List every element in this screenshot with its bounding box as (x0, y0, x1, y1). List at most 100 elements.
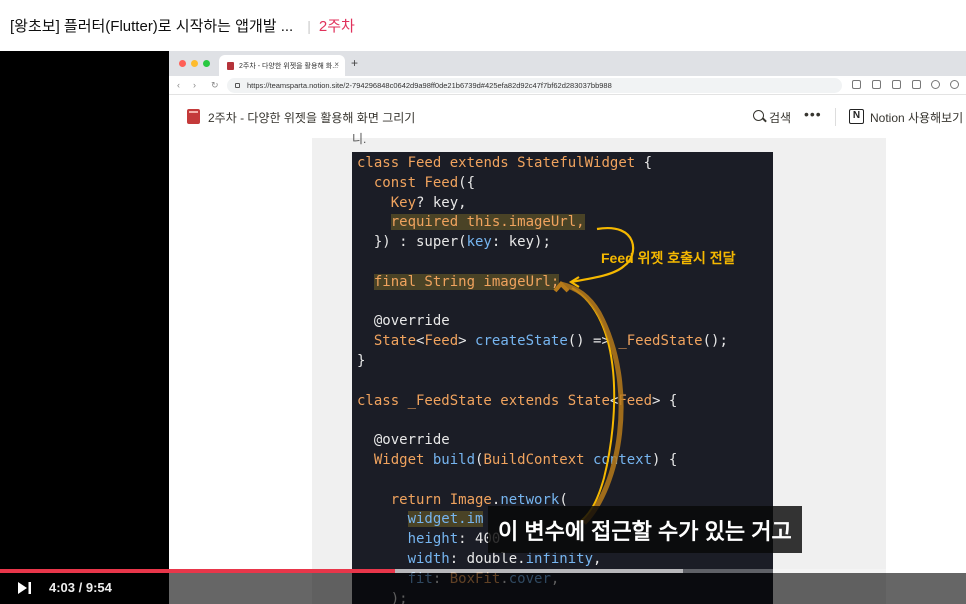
code-token: Feed (407, 155, 450, 171)
duration: 9:54 (85, 580, 112, 595)
code-token: width (357, 550, 450, 567)
code-token: final String imageUrl; (373, 273, 560, 290)
video-player[interactable]: 2주차 - 다양한 위젯을 활용해 화... × + ‹ › ↻ https:/… (0, 51, 966, 604)
code-line: State<Feed> createState() => _FeedState(… (357, 332, 728, 352)
book-icon (227, 61, 234, 70)
code-token: { (635, 155, 653, 171)
code-token: _FeedState (618, 333, 703, 350)
code-token: Widget (357, 451, 433, 468)
code-token: class (357, 155, 408, 171)
browser-address-bar: ‹ › ↻ https://teamsparta.notion.site/2-7… (169, 76, 966, 95)
new-tab-icon[interactable]: + (351, 57, 358, 69)
code-token: Feed (424, 333, 459, 350)
code-token: ({ (458, 174, 476, 191)
forward-icon[interactable]: › (193, 79, 196, 91)
player-controls: 4:03 / 9:54 (0, 573, 966, 604)
code-token: > { (652, 392, 678, 409)
code-token: } (357, 352, 366, 369)
code-token: ? key, (416, 194, 467, 211)
code-line: @override (357, 431, 728, 451)
page-title[interactable]: 2주차 - 다양한 위젯을 활용해 화면 그리기 (208, 109, 415, 126)
code-token: context (593, 451, 653, 468)
code-token: StatefulWidget (517, 155, 636, 171)
code-token: class (357, 392, 408, 409)
code-line: class Feed extends StatefulWidget { (357, 154, 728, 174)
code-token: > (458, 333, 476, 350)
code-token: Image (449, 491, 492, 508)
code-token: _FeedState (407, 392, 501, 409)
code-line: const Feed({ (357, 174, 728, 194)
code-token: build (432, 451, 476, 468)
book-icon (187, 109, 200, 124)
browser-tab[interactable]: 2주차 - 다양한 위젯을 활용해 화... × (219, 55, 345, 76)
code-token: Key (357, 194, 417, 211)
code-line: final String imageUrl; (357, 273, 728, 293)
code-token: : key); (491, 234, 551, 251)
current-time: 4:03 (49, 580, 76, 595)
time-separator: / (75, 580, 86, 595)
code-token: extends (500, 392, 568, 409)
code-token: widget.im (407, 511, 484, 528)
code-token: State (357, 333, 417, 350)
title-separator: | (307, 17, 311, 34)
tab-close-icon[interactable]: × (334, 60, 339, 69)
profile-icon[interactable] (931, 80, 940, 89)
code-token: : double. (449, 550, 526, 567)
code-line: required this.imageUrl, (357, 213, 728, 233)
search-icon[interactable] (753, 110, 764, 121)
code-token: @override (357, 432, 450, 449)
code-token: return (357, 491, 450, 508)
try-notion-button[interactable]: Notion 사용해보기 (870, 109, 963, 126)
next-track-icon[interactable] (18, 582, 32, 594)
close-window-icon[interactable] (179, 60, 186, 67)
extension-icon[interactable] (872, 80, 881, 89)
extension-icon[interactable] (852, 80, 861, 89)
code-token: @override (357, 313, 450, 330)
subtitle-caption: 이 변수에 접근할 수가 있는 거고 (488, 506, 802, 553)
course-title-bar: [왕초보] 플러터(Flutter)로 시작하는 앱개발 ... | 2주차 (0, 0, 966, 51)
extension-icon[interactable] (892, 80, 901, 89)
time-display: 4:03 / 9:54 (49, 580, 112, 595)
browser-tab-strip: 2주차 - 다양한 위젯을 활용해 화... × + (169, 51, 966, 76)
chapter-label[interactable]: 2주차 (319, 15, 355, 36)
code-token: key (466, 234, 492, 251)
more-icon[interactable]: ••• (804, 106, 822, 122)
code-token: (); (702, 333, 728, 350)
code-line: } (357, 352, 728, 372)
profile-icon[interactable] (950, 80, 959, 89)
code-line: Key? key, (357, 194, 728, 214)
code-token: State (567, 392, 610, 409)
maximize-window-icon[interactable] (203, 60, 210, 67)
notion-logo-icon: N (849, 109, 864, 124)
lock-icon (235, 83, 240, 88)
divider (835, 108, 836, 126)
course-title[interactable]: [왕초보] 플러터(Flutter)로 시작하는 앱개발 ... (10, 15, 293, 36)
reload-icon[interactable]: ↻ (211, 79, 219, 91)
code-token: ) { (652, 451, 678, 468)
code-token: () => (567, 333, 619, 350)
code-line: class _FeedState extends State<Feed> { (357, 392, 728, 412)
code-token: createState (475, 333, 568, 350)
code-token: extends (449, 155, 518, 171)
text-snippet: 니. (352, 132, 367, 146)
url-field[interactable]: https://teamsparta.notion.site/2-7942968… (227, 78, 842, 93)
code-token: , (593, 550, 602, 567)
code-token: Feed (424, 174, 459, 191)
url-text: https://teamsparta.notion.site/2-7942968… (247, 81, 612, 90)
sidebar-icon[interactable] (912, 80, 921, 89)
back-icon[interactable]: ‹ (177, 79, 180, 91)
code-token: height (357, 531, 459, 548)
code-token: }) : super( (357, 234, 467, 251)
search-button[interactable]: 검색 (769, 109, 791, 126)
notion-topbar: 2주차 - 다양한 위젯을 활용해 화면 그리기 검색 ••• N Notion… (169, 96, 966, 138)
code-line: @override (357, 312, 728, 332)
minimize-window-icon[interactable] (191, 60, 198, 67)
code-line: Widget build(BuildContext context) { (357, 451, 728, 471)
